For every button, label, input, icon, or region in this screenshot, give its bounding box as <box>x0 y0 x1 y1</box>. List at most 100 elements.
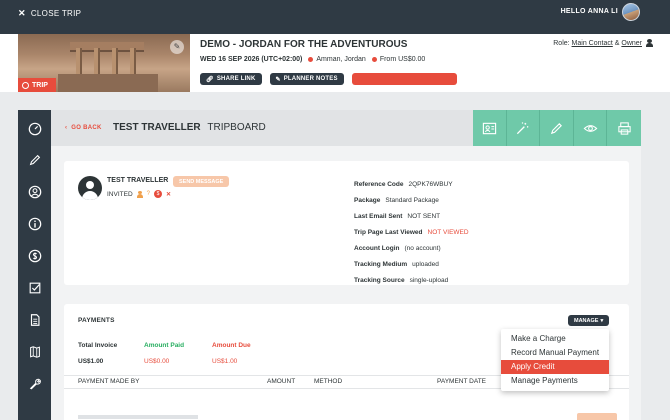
amount-due: Amount Due US$1.00 <box>212 342 251 365</box>
trip-action-buttons: 🔗︎ SHARE LINK ✎ PLANNER NOTES ◉ PREVIEW … <box>200 73 457 85</box>
go-back-link[interactable]: ‹ GO BACK <box>65 125 102 131</box>
menu-item-manage-payments[interactable]: Manage Payments <box>501 374 609 388</box>
contact-card-button[interactable] <box>473 110 507 146</box>
map-icon[interactable] <box>26 343 43 360</box>
menu-item-apply-credit[interactable]: Apply Credit <box>501 360 609 374</box>
pencil-icon <box>550 122 562 134</box>
spacer-band <box>0 92 670 110</box>
preview-as-label: PREVIEW AS: REGISTERED <box>366 76 451 82</box>
total-invoice-label: Total Invoice <box>78 342 118 349</box>
go-back-label: GO BACK <box>71 125 102 131</box>
close-trip-button[interactable]: ✕ CLOSE TRIP <box>18 8 81 19</box>
edit-pencil-icon[interactable] <box>26 151 43 168</box>
next-card-title-placeholder <box>78 415 198 419</box>
column-payment-date: PAYMENT DATE <box>437 378 486 385</box>
trip-location-text: Amman, Jordan <box>316 56 366 63</box>
amount-due-value: US$1.00 <box>212 358 238 365</box>
traveller-status: INVITED ? $ ✕ <box>107 190 171 198</box>
traveller-avatar <box>78 176 102 200</box>
page-title-strong: TEST TRAVELLER <box>113 122 201 133</box>
send-message-button[interactable]: SEND MESSAGE <box>173 176 230 187</box>
printer-icon <box>618 121 631 135</box>
next-card-button[interactable] <box>577 413 617 420</box>
detail-label: Tracking Source <box>354 276 405 284</box>
detail-row: Trip Page Last Viewed NOT VIEWED <box>354 224 624 240</box>
edit-button[interactable] <box>540 110 574 146</box>
edit-image-icon[interactable]: ✎ <box>170 40 184 54</box>
column-amount: AMOUNT <box>267 378 296 385</box>
amount-paid: Amount Paid US$0.00 <box>144 342 184 365</box>
detail-value: single-upload <box>409 276 449 284</box>
role-separator: & <box>614 40 620 47</box>
location-pin-icon <box>308 56 314 62</box>
top-bar: ✕ CLOSE TRIP HELLO ANNA LI <box>0 0 670 34</box>
total-invoice: Total Invoice US$1.00 <box>78 342 117 365</box>
detail-row: Package Standard Package <box>354 192 624 208</box>
document-icon[interactable] <box>26 311 43 328</box>
menu-item-make-a-charge[interactable]: Make a Charge <box>501 332 609 346</box>
globe-icon <box>22 81 29 89</box>
left-sidebar <box>18 110 51 420</box>
support-icon[interactable] <box>26 183 43 200</box>
detail-value: NOT VIEWED <box>427 228 469 236</box>
amount-paid-value: US$0.00 <box>144 358 170 365</box>
dollar-icon[interactable] <box>26 247 43 264</box>
detail-row: Tracking Source single-upload <box>354 272 624 288</box>
image-detail <box>58 74 158 92</box>
eye-icon <box>583 124 598 132</box>
user-avatar[interactable] <box>622 3 640 21</box>
magic-wand-button[interactable] <box>507 110 541 146</box>
person-unknown-icon <box>136 190 143 198</box>
trip-header: ✎ TRIP DEMO - JORDAN FOR THE ADVENTUROUS… <box>0 34 670 92</box>
link-icon: 🔗︎ <box>206 76 214 83</box>
planner-notes-label: PLANNER NOTES <box>283 76 338 82</box>
invite-status: INVITED <box>107 190 133 198</box>
page-title: TEST TRAVELLER TRIPBOARD <box>113 122 266 133</box>
next-card-peek <box>64 412 629 420</box>
column-method: METHOD <box>314 378 343 385</box>
manage-dropdown-button[interactable]: MANAGE ▾ <box>568 315 610 326</box>
role-info: Role: Main Contact & Owner <box>553 40 642 47</box>
trip-price: From US$0.00 <box>371 56 426 63</box>
magic-wand-icon <box>517 121 529 134</box>
detail-label: Account Login <box>354 244 400 252</box>
dashboard-icon[interactable] <box>26 120 43 137</box>
detail-value: 2QPK76WBUY <box>408 180 453 188</box>
preview-as-button[interactable]: ◉ PREVIEW AS: REGISTERED <box>351 73 457 85</box>
detail-row: Reference Code 2QPK76WBUY <box>354 176 624 192</box>
role-owner-link[interactable]: Owner <box>621 40 642 47</box>
close-trip-label: CLOSE TRIP <box>30 9 82 18</box>
menu-item-record-manual-payment[interactable]: Record Manual Payment <box>501 346 609 360</box>
payment-status-icon: $ <box>154 190 162 198</box>
role-label: Role: <box>553 40 570 47</box>
detail-label: Reference Code <box>354 180 404 188</box>
detail-label: Tracking Medium <box>354 260 408 268</box>
info-icon[interactable] <box>26 215 43 232</box>
trip-location: Amman, Jordan <box>308 56 366 63</box>
trip-price-text: From US$0.00 <box>379 56 426 63</box>
planner-notes-button[interactable]: ✎ PLANNER NOTES <box>269 73 344 85</box>
manage-label: MANAGE <box>574 317 599 324</box>
person-icon <box>646 39 653 48</box>
wrench-icon[interactable] <box>26 375 43 392</box>
trip-title: DEMO - JORDAN FOR THE ADVENTUROUS <box>200 39 408 50</box>
manage-dropdown-menu: Make a Charge Record Manual Payment Apply … <box>501 329 609 391</box>
tripboard-actions <box>473 110 641 146</box>
detail-value: NOT SENT <box>407 212 441 220</box>
checkbox-icon[interactable] <box>26 279 43 296</box>
traveller-card: TEST TRAVELLER SEND MESSAGE INVITED ? $ … <box>64 161 629 285</box>
payments-title: PAYMENTS <box>78 317 115 324</box>
trip-date: WED 16 SEP 2026 (UTC+02:00) <box>200 56 303 63</box>
role-main-contact-link[interactable]: Main Contact <box>572 40 613 47</box>
trip-badge: TRIP <box>18 78 56 92</box>
detail-row: Account Login (no account) <box>354 240 624 256</box>
contact-card-icon <box>482 122 496 134</box>
view-button[interactable] <box>574 110 608 146</box>
share-link-button[interactable]: 🔗︎ SHARE LINK <box>200 73 262 85</box>
trip-meta: WED 16 SEP 2026 (UTC+02:00) Amman, Jorda… <box>200 56 425 63</box>
price-icon <box>371 56 377 62</box>
total-invoice-value: US$1.00 <box>78 358 104 365</box>
detail-label: Package <box>354 196 381 204</box>
detail-row: Last Email Sent NOT SENT <box>354 208 624 224</box>
print-button[interactable] <box>607 110 641 146</box>
